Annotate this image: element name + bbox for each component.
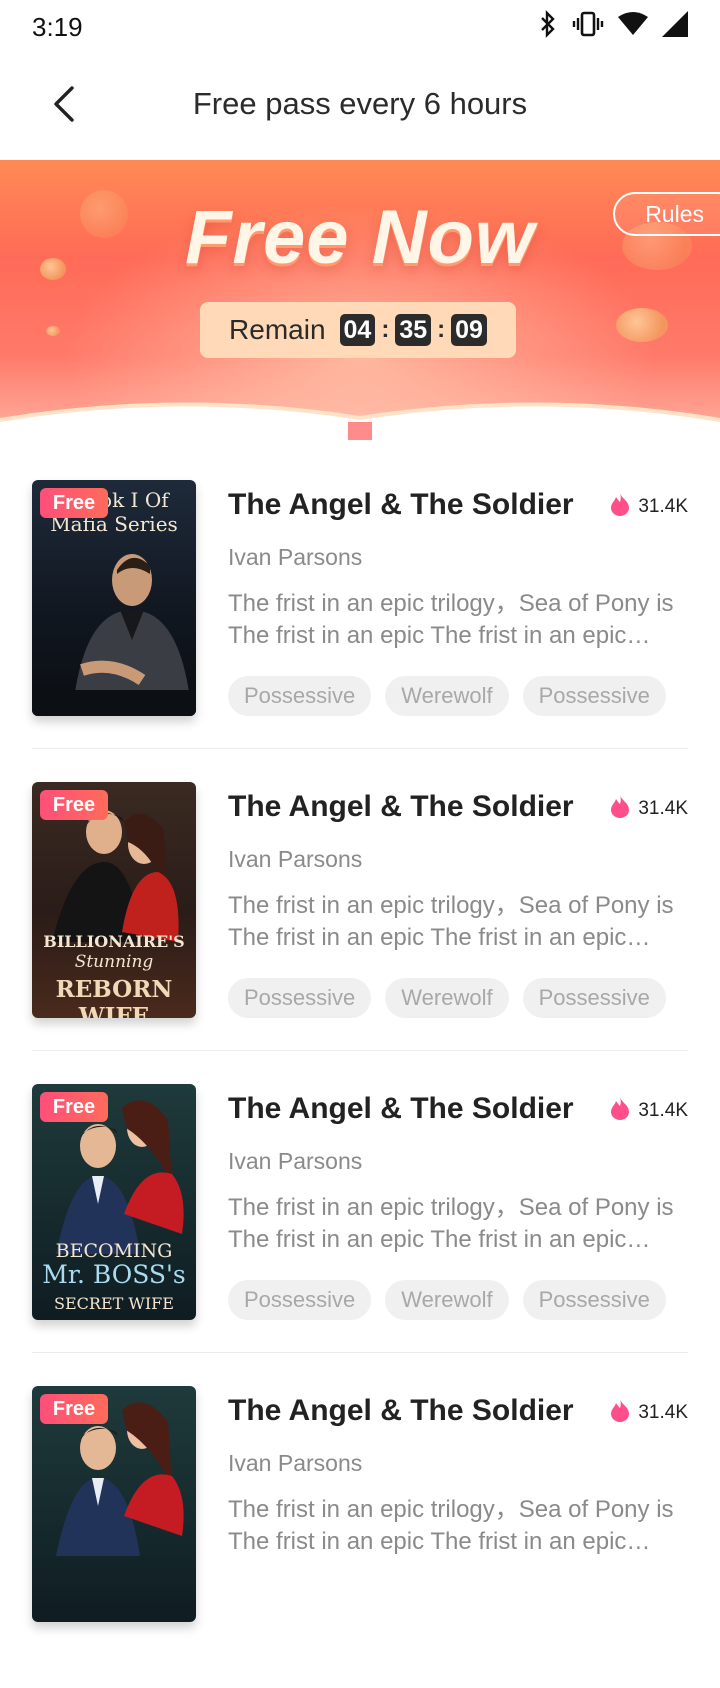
book-description: The frist in an epic trilogy，Sea of Pony… (228, 1194, 674, 1253)
book-title[interactable]: The Angel & The Soldier (228, 1394, 574, 1428)
cover-figure (32, 554, 196, 716)
popularity-count: 31.4K (610, 1096, 688, 1126)
banner-title: Free Now (184, 195, 536, 280)
book-item[interactable]: ook I Of Mafia Series Free The Angel & T… (32, 480, 688, 782)
tag-chip[interactable]: Possessive (228, 676, 372, 716)
book-list: ook I Of Mafia Series Free The Angel & T… (32, 480, 688, 1688)
popularity-value: 31.4K (638, 798, 688, 819)
tag-chip[interactable]: Werewolf (385, 978, 509, 1018)
top-app-bar: Free pass every 6 hours (0, 56, 720, 160)
rules-button[interactable]: Rules (613, 192, 720, 236)
book-cover[interactable]: Free (32, 1386, 196, 1622)
cover-title: REBORN WIFE (55, 976, 173, 1018)
book-title[interactable]: The Angel & The Soldier (228, 488, 574, 522)
book-author: Ivan Parsons (228, 544, 363, 570)
timer-separator: : (381, 316, 390, 343)
tag-chip[interactable]: Possessive (228, 1280, 372, 1320)
free-badge: Free (40, 488, 108, 518)
flame-icon (610, 1398, 630, 1428)
free-badge: Free (40, 1394, 108, 1424)
book-author: Ivan Parsons (228, 846, 363, 872)
book-tags: Possessive Werewolf Possessive (228, 1280, 666, 1320)
book-cover[interactable]: BECOMING Mr. BOSS's SECRET WIFE Free (32, 1084, 196, 1320)
popularity-value: 31.4K (638, 1100, 688, 1121)
free-badge: Free (40, 1092, 108, 1122)
tag-chip[interactable]: Werewolf (385, 1280, 509, 1320)
page-title: Free pass every 6 hours (192, 86, 528, 121)
timer-separator: : (437, 316, 446, 343)
coin-decoration (616, 308, 668, 342)
cover-title: Stunning (74, 952, 154, 972)
book-title[interactable]: The Angel & The Soldier (228, 790, 574, 824)
book-cover[interactable]: BILLIONAIRE'S Stunning REBORN WIFE Free (32, 782, 196, 1018)
popularity-count: 31.4K (610, 1398, 688, 1428)
status-time: 3:19 (32, 12, 83, 42)
book-title[interactable]: The Angel & The Soldier (228, 1092, 574, 1126)
divider (32, 748, 688, 749)
tag-chip[interactable]: Possessive (522, 1280, 666, 1320)
book-author: Ivan Parsons (228, 1148, 363, 1174)
banner-wave-decoration (0, 402, 720, 440)
coin-decoration (46, 326, 60, 336)
bluetooth-icon (538, 10, 558, 38)
cover-title: BILLIONAIRE'S (43, 932, 185, 951)
free-badge: Free (40, 790, 108, 820)
tag-chip[interactable]: Werewolf (385, 676, 509, 716)
tag-chip[interactable]: Possessive (522, 978, 666, 1018)
tag-chip[interactable]: Possessive (228, 978, 372, 1018)
book-author: Ivan Parsons (228, 1450, 363, 1476)
book-cover[interactable]: ook I Of Mafia Series Free (32, 480, 196, 716)
book-item[interactable]: BILLIONAIRE'S Stunning REBORN WIFE Free … (32, 782, 688, 1084)
vibrate-icon (572, 10, 604, 38)
wifi-icon (618, 11, 648, 37)
book-description: The frist in an epic trilogy，Sea of Pony… (228, 892, 674, 951)
popularity-value: 31.4K (638, 1402, 688, 1423)
cover-title: BECOMING (55, 1240, 173, 1262)
popularity-count: 31.4K (610, 794, 688, 824)
free-now-banner: Free Now Rules Remain 04 : 35 : 09 (0, 160, 720, 440)
cover-title: Mr. BOSS's (42, 1260, 186, 1289)
flame-icon (610, 492, 630, 522)
countdown-timer: Remain 04 : 35 : 09 (200, 302, 516, 358)
timer-hours: 04 (339, 314, 376, 346)
flame-icon (610, 1096, 630, 1126)
timer-minutes: 35 (395, 314, 432, 346)
book-tags: Possessive Werewolf Possessive (228, 978, 666, 1018)
status-icons (538, 10, 688, 38)
popularity-count: 31.4K (610, 492, 688, 522)
book-item[interactable]: Free The Angel & The Soldier 31.4K Ivan … (32, 1386, 688, 1688)
book-tags: Possessive Werewolf Possessive (228, 676, 666, 716)
status-bar: 3:19 (0, 0, 720, 56)
popularity-value: 31.4K (638, 496, 688, 517)
book-description: The frist in an epic trilogy，Sea of Pony… (228, 590, 674, 649)
divider (32, 1352, 688, 1353)
book-item[interactable]: BECOMING Mr. BOSS's SECRET WIFE Free The… (32, 1084, 688, 1386)
cellular-signal-icon (662, 11, 688, 37)
tag-chip[interactable]: Possessive (522, 676, 666, 716)
timer-label: Remain (229, 314, 326, 345)
cover-title: SECRET WIFE (54, 1294, 174, 1313)
divider (32, 1050, 688, 1051)
book-description: The frist in an epic trilogy，Sea of Pony… (228, 1496, 674, 1555)
flame-icon (610, 794, 630, 824)
timer-seconds: 09 (451, 314, 487, 346)
